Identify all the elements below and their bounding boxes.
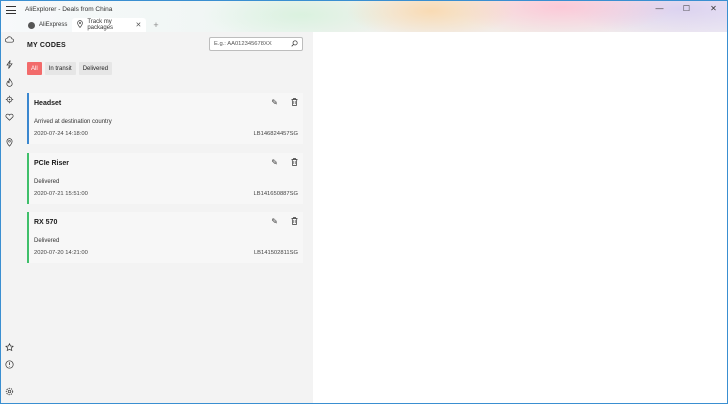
delete-icon[interactable] <box>291 98 298 106</box>
lightning-icon[interactable] <box>5 60 14 69</box>
tab-track-packages[interactable]: Track my packages ✕ <box>72 18 147 32</box>
navigation-rail <box>1 32 18 403</box>
package-date: 2020-07-24 14:18:00 <box>34 131 88 137</box>
package-date: 2020-07-20 14:21:00 <box>34 250 88 256</box>
heart-icon[interactable] <box>5 112 14 121</box>
tracking-code-search[interactable]: E.g.: AA012345678XX <box>209 37 303 51</box>
filter-in-transit[interactable]: In transit <box>44 62 76 75</box>
new-tab-button[interactable]: + <box>153 18 158 32</box>
shield-icon[interactable] <box>5 95 14 104</box>
hamburger-menu-icon[interactable] <box>6 6 16 14</box>
app-window: AliExplorer - Deals from China — ☐ ✕ Ali… <box>0 0 728 404</box>
filter-all[interactable]: All <box>27 62 42 75</box>
package-name: RX 570 <box>34 219 58 226</box>
codes-panel: MY CODES E.g.: AA012345678XX All In tran… <box>18 32 313 403</box>
info-icon[interactable] <box>5 360 14 369</box>
package-card[interactable]: PCIe Riser ✎ Delivered 2020-07-21 15:51:… <box>27 153 303 204</box>
title-bar: AliExplorer - Deals from China — ☐ ✕ Ali… <box>1 1 727 32</box>
delete-icon[interactable] <box>291 217 298 225</box>
tab-strip: AliExpress Track my packages ✕ + <box>23 18 159 32</box>
package-card[interactable]: RX 570 ✎ Delivered 2020-07-20 14:21:00 L… <box>27 212 303 263</box>
globe-icon <box>28 21 35 29</box>
search-input[interactable]: E.g.: AA012345678XX <box>214 41 291 47</box>
cloud-icon[interactable] <box>5 35 14 44</box>
edit-icon[interactable]: ✎ <box>271 98 278 107</box>
tab-label: AliExpress <box>39 22 68 28</box>
package-status: Arrived at destination country <box>34 119 112 125</box>
settings-icon[interactable] <box>5 387 14 396</box>
delete-icon[interactable] <box>291 158 298 166</box>
package-status: Delivered <box>34 238 60 244</box>
tracking-code: LB141502811SG <box>253 250 298 256</box>
location-icon[interactable] <box>5 138 14 147</box>
tab-close-icon[interactable]: ✕ <box>135 21 141 29</box>
package-name: PCIe Riser <box>34 160 70 167</box>
window-title: AliExplorer - Deals from China <box>25 6 113 13</box>
map-pin-icon <box>77 20 84 30</box>
panel-title: MY CODES <box>27 42 66 49</box>
tab-aliexpress[interactable]: AliExpress <box>23 18 72 32</box>
tab-label: Track my packages <box>87 19 114 31</box>
status-filters: All In transit Delivered <box>27 62 113 75</box>
close-button[interactable]: ✕ <box>700 1 727 16</box>
minimize-button[interactable]: — <box>646 1 673 16</box>
tracking-code: LB146824457SG <box>253 131 298 137</box>
window-controls: — ☐ ✕ <box>646 1 727 16</box>
filter-delivered[interactable]: Delivered <box>78 62 113 75</box>
edit-icon[interactable]: ✎ <box>271 217 278 226</box>
package-name: Headset <box>34 100 62 107</box>
search-icon[interactable] <box>291 39 298 49</box>
maximize-button[interactable]: ☐ <box>673 1 700 16</box>
flame-icon[interactable] <box>5 78 14 87</box>
tracking-code: LB141650887SG <box>253 191 298 197</box>
star-icon[interactable] <box>5 343 14 352</box>
package-detail-area <box>313 32 727 403</box>
package-status: Delivered <box>34 179 60 185</box>
package-date: 2020-07-21 15:51:00 <box>34 191 88 197</box>
package-card[interactable]: Headset ✎ Arrived at destination country… <box>27 93 303 144</box>
edit-icon[interactable]: ✎ <box>271 158 278 167</box>
